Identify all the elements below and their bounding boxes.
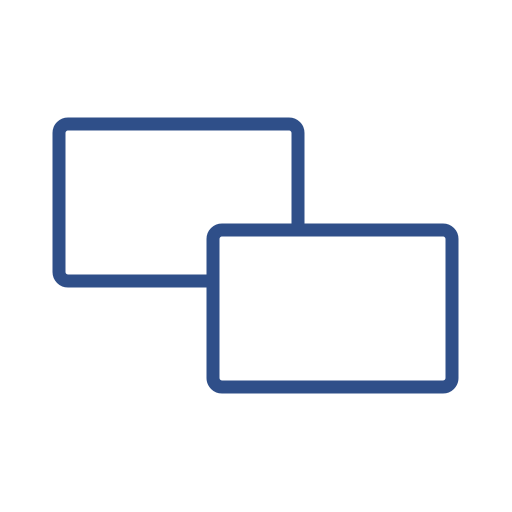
icon-canvas bbox=[0, 0, 512, 512]
front-rectangle-shape bbox=[206, 223, 459, 394]
overlapping-rectangles-icon bbox=[0, 0, 512, 512]
